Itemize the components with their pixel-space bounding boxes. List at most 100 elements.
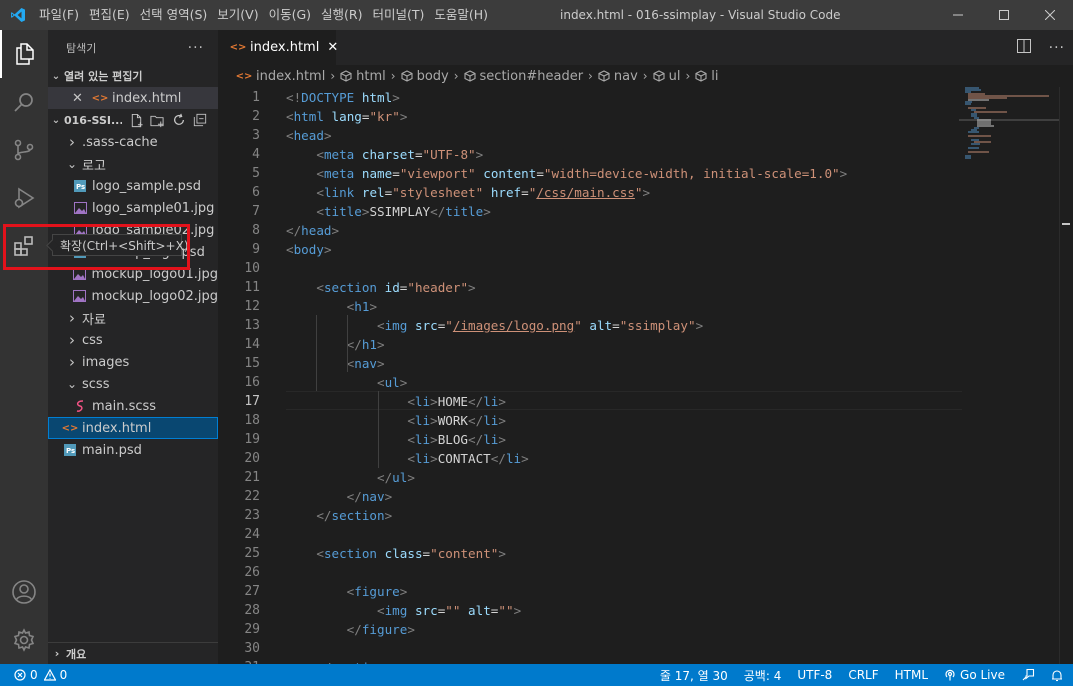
- explorer-icon[interactable]: [0, 30, 48, 78]
- code-line[interactable]: <img src="/images/logo.png" alt="ssimpla…: [286, 316, 703, 335]
- code-line[interactable]: <li>CONTACT</li>: [286, 449, 528, 468]
- code-line[interactable]: <h1>: [286, 297, 377, 316]
- file-item[interactable]: main.scss: [48, 395, 218, 417]
- tree-item-label: css: [82, 332, 103, 348]
- breadcrumb: <> index.html › html › body › section#header › na…: [218, 65, 1073, 87]
- menu-item[interactable]: 선택 영역(S): [136, 0, 212, 30]
- folder-item[interactable]: ⌄ scss: [48, 373, 218, 395]
- folder-item[interactable]: › images: [48, 351, 218, 373]
- open-editors-section[interactable]: ⌄ 열려 있는 편집기: [48, 65, 218, 87]
- code-line[interactable]: <ul>: [286, 373, 407, 392]
- indentation-status[interactable]: 공백: 4: [736, 667, 790, 684]
- folder-item[interactable]: ⌄ 로고: [48, 153, 218, 175]
- breadcrumb-item[interactable]: section#header: [463, 69, 583, 84]
- code-line[interactable]: <body>: [286, 240, 332, 259]
- eol-status[interactable]: CRLF: [840, 668, 886, 682]
- folder-item[interactable]: › .sass-cache: [48, 131, 218, 153]
- folder-item[interactable]: › css: [48, 329, 218, 351]
- file-item[interactable]: mockup_logo02.jpg: [48, 285, 218, 307]
- menu-item[interactable]: 실행(R): [317, 0, 366, 30]
- menu-item[interactable]: 이동(G): [265, 0, 315, 30]
- maximize-button[interactable]: [981, 0, 1027, 30]
- breadcrumb-item[interactable]: ul: [653, 69, 680, 84]
- vertical-scrollbar[interactable]: [1059, 87, 1073, 664]
- source-control-icon[interactable]: [0, 126, 48, 174]
- code-line[interactable]: <img src="" alt="">: [286, 601, 521, 620]
- file-item[interactable]: logo_sample01.jpg: [48, 197, 218, 219]
- code-line[interactable]: <li>WORK</li>: [286, 411, 506, 430]
- close-icon[interactable]: ✕: [72, 91, 88, 106]
- minimize-button[interactable]: [935, 0, 981, 30]
- code-line[interactable]: </h1>: [286, 335, 385, 354]
- minimap[interactable]: [959, 87, 1059, 664]
- new-folder-icon[interactable]: [146, 113, 168, 128]
- code-line[interactable]: </section>: [286, 506, 392, 525]
- folder-item[interactable]: › 자료: [48, 307, 218, 329]
- code-line[interactable]: <meta name="viewport" content="width=dev…: [286, 164, 847, 183]
- code-line[interactable]: <figure>: [286, 582, 408, 601]
- code-line[interactable]: </ul>: [286, 468, 415, 487]
- code-line[interactable]: <head>: [286, 126, 332, 145]
- code-line[interactable]: <li>BLOG</li>: [286, 430, 506, 449]
- code-editor[interactable]: 1 2 3 4 5 6 7 8 9 10 11 12 13 14 15 16 17 18 19 20 21 22 23 24 2…: [218, 87, 1073, 664]
- search-icon[interactable]: [0, 78, 48, 126]
- menu-item[interactable]: 파일(F): [35, 0, 83, 30]
- outline-section[interactable]: › 개요: [48, 642, 218, 664]
- code-line[interactable]: <!DOCTYPE html>: [286, 88, 400, 107]
- code-token: href: [490, 185, 522, 200]
- feedback-icon[interactable]: [1013, 668, 1043, 682]
- code-line[interactable]: <section id="header">: [286, 278, 475, 297]
- new-file-icon[interactable]: [126, 113, 146, 128]
- code-line[interactable]: </head>: [286, 221, 339, 240]
- line-number: 4: [252, 147, 260, 162]
- menu-item[interactable]: 도움말(H): [430, 0, 492, 30]
- more-actions-icon[interactable]: ···: [188, 40, 204, 56]
- problems-status[interactable]: 0 0: [0, 668, 67, 682]
- code-line[interactable]: <li>HOME</li>: [286, 392, 506, 411]
- more-actions-icon[interactable]: ···: [1049, 40, 1065, 56]
- run-debug-icon[interactable]: [0, 174, 48, 222]
- cursor-position-status[interactable]: 줄 17, 열 30: [652, 667, 736, 684]
- go-live-button[interactable]: Go Live: [936, 668, 1013, 682]
- vscode-logo-icon: [0, 0, 35, 30]
- settings-gear-icon[interactable]: [0, 616, 48, 664]
- menu-item[interactable]: 편집(E): [85, 0, 134, 30]
- psd-file-icon: Ps: [72, 179, 88, 193]
- breadcrumb-item[interactable]: body: [401, 69, 449, 84]
- code-line[interactable]: <title>SSIMPLAY</title>: [286, 202, 490, 221]
- code-line[interactable]: <meta charset="UTF-8">: [286, 145, 483, 164]
- tree-item-label: 자료: [82, 312, 106, 328]
- breadcrumb-item[interactable]: nav: [598, 69, 638, 84]
- menu-item[interactable]: 터미널(T): [369, 0, 429, 30]
- code-line[interactable]: <link rel="stylesheet" href="/css/main.c…: [286, 183, 650, 202]
- file-item[interactable]: Ps main.psd: [48, 439, 218, 461]
- collapse-all-icon[interactable]: [190, 113, 210, 127]
- tab-index-html[interactable]: <> index.html ✕: [218, 30, 338, 65]
- language-mode-status[interactable]: HTML: [887, 668, 936, 682]
- menu-item[interactable]: 보기(V): [213, 0, 262, 30]
- file-item[interactable]: Ps logo_sample.psd: [48, 175, 218, 197]
- code-token: CONTACT: [437, 451, 491, 466]
- split-editor-icon[interactable]: [1016, 38, 1031, 57]
- code-line[interactable]: <nav>: [286, 354, 385, 373]
- line-number: 8: [252, 223, 260, 238]
- status-right: 줄 17, 열 30 공백: 4 UTF-8 CRLF HTML Go Live: [652, 664, 1073, 686]
- encoding-status[interactable]: UTF-8: [789, 668, 840, 682]
- refresh-icon[interactable]: [168, 113, 190, 127]
- breadcrumb-item[interactable]: html: [340, 69, 386, 84]
- code-line[interactable]: <section class="content">: [286, 544, 506, 563]
- close-tab-icon[interactable]: ✕: [327, 40, 338, 55]
- code-line[interactable]: </figure>: [286, 620, 415, 639]
- close-button[interactable]: [1027, 0, 1073, 30]
- code-line[interactable]: </nav>: [286, 487, 393, 506]
- code-line[interactable]: <html lang="kr">: [286, 107, 407, 126]
- breadcrumb-item[interactable]: li: [695, 69, 718, 84]
- open-editor-item[interactable]: ✕ <> index.html: [48, 87, 218, 109]
- folder-section[interactable]: ⌄ 016-SSI...: [48, 109, 218, 131]
- breadcrumb-item[interactable]: <> index.html: [236, 69, 326, 84]
- file-item[interactable]: <> index.html: [48, 417, 218, 439]
- notifications-bell-icon[interactable]: [1043, 669, 1073, 682]
- account-icon[interactable]: [0, 568, 48, 616]
